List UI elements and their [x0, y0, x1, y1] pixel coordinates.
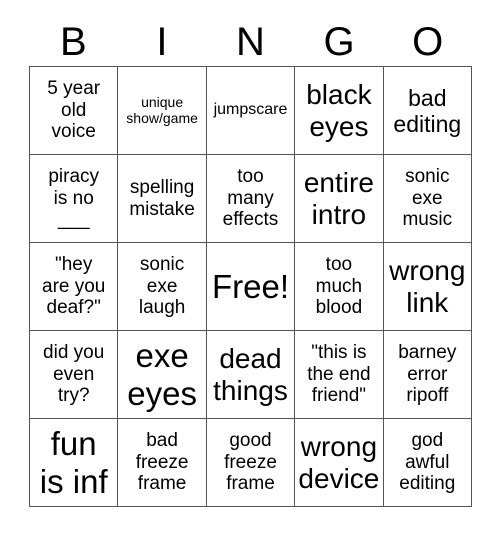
bingo-cell-label: did you even try? [43, 342, 105, 407]
bingo-card: B I N G O 5 year old voice unique show/g… [29, 18, 472, 507]
bingo-cell-label: "this is the end friend" [307, 342, 371, 407]
bingo-cell[interactable]: unique show/game [118, 67, 207, 155]
bingo-cell[interactable]: bad freeze frame [118, 419, 207, 507]
bingo-cell-label: black eyes [306, 78, 372, 142]
bingo-cell-label: sonic exe laugh [138, 254, 186, 319]
bingo-cell-label: fun is inf [39, 425, 108, 500]
bingo-cell-label: unique show/game [126, 93, 198, 126]
bingo-cell[interactable]: exe eyes [118, 331, 207, 419]
bingo-cell[interactable]: did you even try? [30, 331, 119, 419]
bingo-cell[interactable]: piracy is no ___ [30, 155, 119, 243]
bingo-cell[interactable]: dead things [206, 331, 296, 419]
bingo-cell[interactable]: good freeze frame [206, 419, 296, 507]
bingo-cell[interactable]: jumpscare [206, 67, 296, 155]
bingo-cell-label: too much blood [315, 254, 363, 319]
bingo-cell-label: barney error ripoff [398, 342, 457, 407]
bingo-cell[interactable]: wrong link [383, 243, 472, 331]
bingo-cell-label: good freeze frame [224, 430, 277, 495]
bingo-cell[interactable]: barney error ripoff [383, 331, 472, 419]
bingo-cell-label: 5 year old voice [47, 78, 101, 143]
bingo-cell[interactable]: black eyes [295, 67, 384, 155]
bingo-cell-label: bad editing [393, 84, 462, 137]
bingo-header-letter-b: B [59, 20, 87, 64]
bingo-grid: 5 year old voice unique show/game jumpsc… [29, 66, 472, 507]
bingo-cell[interactable]: fun is inf [30, 419, 119, 507]
bingo-cell[interactable]: spelling mistake [118, 155, 207, 243]
bingo-free-space-label: Free! [211, 267, 289, 305]
bingo-header-letter-o: O [412, 20, 444, 64]
bingo-cell[interactable]: too many effects [206, 155, 296, 243]
bingo-cell-label: bad freeze frame [135, 430, 189, 495]
bingo-cell-label: wrong link [389, 254, 466, 318]
bingo-cell-label: too many effects [222, 166, 279, 231]
bingo-cell-label: "hey are you deaf?" [42, 254, 106, 319]
bingo-cell[interactable]: bad editing [383, 67, 472, 155]
bingo-free-space[interactable]: Free! [206, 243, 296, 331]
bingo-cell-label: piracy is no ___ [48, 166, 100, 231]
bingo-cell[interactable]: too much blood [295, 243, 384, 331]
bingo-cell-label: exe eyes [127, 337, 197, 412]
bingo-cell-label: entire intro [303, 166, 374, 230]
bingo-cell[interactable]: sonic exe music [383, 155, 472, 243]
bingo-cell-label: god awful editing [399, 430, 456, 495]
bingo-cell[interactable]: 5 year old voice [30, 67, 119, 155]
bingo-header-row: B I N G O [29, 18, 472, 66]
bingo-header-letter-n: N [236, 20, 265, 64]
bingo-cell-label: dead things [213, 342, 288, 406]
bingo-cell[interactable]: "this is the end friend" [295, 331, 384, 419]
bingo-cell[interactable]: sonic exe laugh [118, 243, 207, 331]
bingo-cell-label: spelling mistake [129, 177, 195, 220]
bingo-cell[interactable]: wrong device [295, 419, 384, 507]
bingo-cell[interactable]: god awful editing [383, 419, 472, 507]
bingo-header-letter-g: G [323, 20, 355, 64]
bingo-cell-label: jumpscare [213, 101, 288, 119]
bingo-cell[interactable]: "hey are you deaf?" [30, 243, 119, 331]
bingo-cell[interactable]: entire intro [295, 155, 384, 243]
bingo-header-letter-i: I [156, 20, 168, 64]
bingo-cell-label: sonic exe music [402, 166, 453, 231]
bingo-cell-label: wrong device [298, 430, 380, 494]
